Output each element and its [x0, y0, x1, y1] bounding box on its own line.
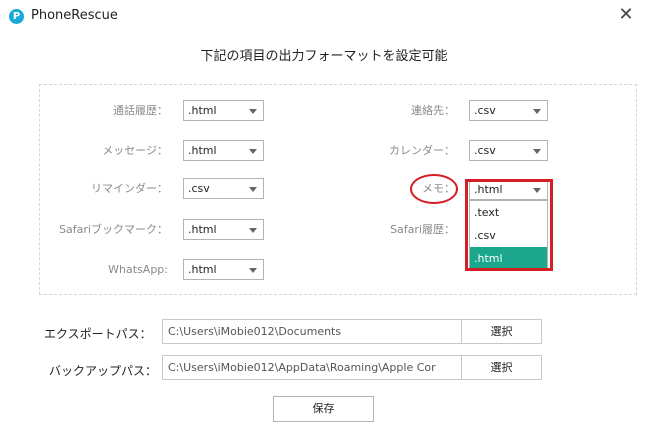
calendar-select[interactable]: .csv: [469, 140, 548, 161]
call-history-value: .html: [188, 104, 217, 117]
chevron-down-icon: [249, 149, 257, 154]
call-history-label: 通話履歴：: [113, 104, 168, 117]
notes-select[interactable]: .html: [469, 179, 548, 200]
chevron-down-icon: [249, 187, 257, 192]
close-icon[interactable]: ✕: [616, 5, 636, 25]
contacts-select[interactable]: .csv: [469, 100, 548, 121]
safari-bookmarks-select[interactable]: .html: [183, 219, 264, 240]
dropdown-option-csv[interactable]: .csv: [470, 224, 547, 247]
messages-value: .html: [188, 144, 217, 157]
page-heading: 下記の項目の出力フォーマットを設定可能: [200, 49, 448, 64]
chevron-down-icon: [249, 268, 257, 273]
chevron-down-icon: [249, 109, 257, 114]
safari-bookmarks-label: Safariブックマーク：: [59, 223, 168, 236]
call-history-select[interactable]: .html: [183, 100, 264, 121]
whatsapp-label: WhatsApp:: [108, 263, 168, 276]
save-button[interactable]: 保存: [273, 396, 374, 422]
app-title: PhoneRescue: [31, 8, 118, 23]
export-path-input[interactable]: C:\Users\iMobie012\Documents: [162, 319, 462, 344]
reminders-value: .csv: [188, 182, 210, 195]
dropdown-option-text[interactable]: .text: [470, 201, 547, 224]
contacts-value: .csv: [474, 104, 496, 117]
whatsapp-select[interactable]: .html: [183, 259, 264, 280]
chevron-down-icon: [533, 109, 541, 114]
contacts-label: 連絡先：: [411, 104, 455, 117]
chevron-down-icon: [533, 188, 541, 193]
chevron-down-icon: [249, 228, 257, 233]
messages-select[interactable]: .html: [183, 140, 264, 161]
notes-value: .html: [474, 183, 503, 196]
chevron-down-icon: [533, 149, 541, 154]
whatsapp-value: .html: [188, 263, 217, 276]
notes-label: メモ：: [422, 182, 455, 195]
title-bar: P PhoneRescue ✕: [0, 0, 648, 32]
backup-path-label: バックアップパス：: [49, 364, 158, 378]
backup-path-input[interactable]: C:\Users\iMobie012\AppData\Roaming\Apple…: [162, 355, 462, 380]
dropdown-option-html[interactable]: .html: [470, 247, 547, 270]
export-browse-button[interactable]: 選択: [461, 319, 542, 344]
safari-history-label: Safari履歴：: [390, 223, 455, 236]
reminders-select[interactable]: .csv: [183, 178, 264, 199]
notes-dropdown-list: .text .csv .html: [469, 200, 548, 271]
backup-browse-button[interactable]: 選択: [461, 355, 542, 380]
calendar-value: .csv: [474, 144, 496, 157]
calendar-label: カレンダー：: [389, 144, 455, 157]
phonerescue-logo-icon: P: [9, 9, 24, 24]
safari-bookmarks-value: .html: [188, 223, 217, 236]
export-path-label: エクスポートパス：: [44, 327, 152, 341]
messages-label: メッセージ：: [102, 144, 168, 157]
reminders-label: リマインダー：: [91, 182, 168, 195]
